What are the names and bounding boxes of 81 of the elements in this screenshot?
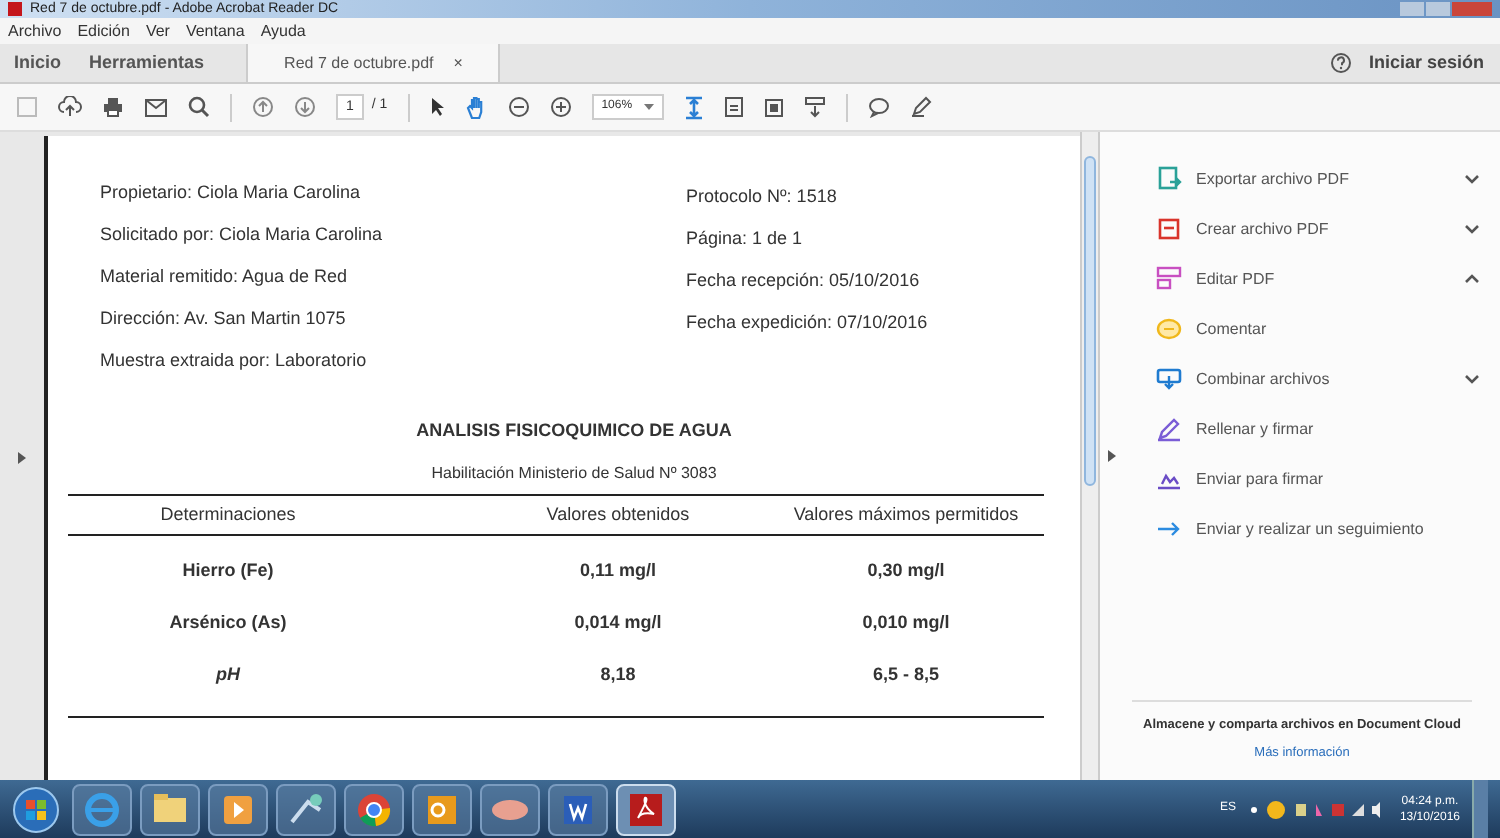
- taskbar-button[interactable]: [140, 783, 200, 835]
- sign-in-link[interactable]: Iniciar sesión: [1368, 49, 1484, 77]
- tool-item[interactable]: Combinar archivos: [1156, 354, 1480, 404]
- field-text: Propietario: Ciola Maria Carolina: [100, 180, 363, 206]
- table-cell-text: 0,11 mg/l: [577, 558, 659, 584]
- table-cell-text: pH: [213, 662, 242, 688]
- taskbar-button[interactable]: [276, 783, 336, 835]
- document-subtitle: Habilitación Ministerio de Salud Nº 3083: [431, 461, 717, 485]
- collapse-arrow-icon[interactable]: [1108, 450, 1116, 462]
- next-page-icon[interactable]: [294, 96, 316, 118]
- tool-item[interactable]: Editar PDF: [1156, 254, 1480, 304]
- zoom-in-icon[interactable]: [549, 96, 572, 118]
- expand-arrow-icon[interactable]: [18, 452, 26, 464]
- download-icon[interactable]: [804, 96, 827, 118]
- tool-icon: [1156, 266, 1182, 292]
- table-cell-text: 8,18: [598, 662, 638, 688]
- print-icon[interactable]: [102, 96, 124, 118]
- fit-page-icon[interactable]: [684, 95, 705, 119]
- table-cell-text: 0,010 mg/l: [860, 610, 952, 636]
- full-screen-icon[interactable]: [764, 97, 785, 117]
- dropdown-caret-icon: [644, 103, 655, 111]
- column-header: Determinaciones: [158, 501, 298, 527]
- hand-icon[interactable]: [465, 95, 488, 119]
- chevron-down-icon[interactable]: [1464, 224, 1480, 234]
- menu-item[interactable]: Edición: [77, 19, 130, 43]
- chevron-down-icon[interactable]: [1464, 374, 1480, 384]
- help-icon[interactable]: [1330, 52, 1353, 74]
- close-tab-button[interactable]: ×: [453, 51, 463, 75]
- pen-icon[interactable]: [910, 96, 933, 118]
- field-text: Solicitado por: Ciola Maria Carolina: [100, 222, 385, 248]
- column-header: Valores máximos permitidos: [791, 501, 1021, 528]
- tool-item[interactable]: Rellenar y firmar: [1156, 404, 1480, 454]
- tool-item[interactable]: Exportar archivo PDF: [1156, 154, 1480, 204]
- menu-item[interactable]: Ver: [145, 19, 170, 43]
- scroll-thumb[interactable]: [1084, 156, 1096, 486]
- field-text: Dirección: Av. San Martin 1075: [100, 306, 348, 332]
- menu-item[interactable]: Ayuda: [260, 19, 306, 43]
- table-cell-text: 0,30 mg/l: [865, 558, 947, 584]
- taskbar-button[interactable]: [208, 783, 268, 835]
- taskbar-button[interactable]: [548, 783, 608, 835]
- tool-icon: [1156, 316, 1182, 342]
- cursor-icon[interactable]: [429, 96, 446, 118]
- field-text: Página: 1 de 1: [686, 226, 805, 252]
- menu-item[interactable]: Ventana: [185, 19, 245, 43]
- document-title: ANALISIS FISICOQUIMICO DE AGUA: [416, 418, 732, 444]
- tool-icon: [1156, 366, 1182, 392]
- taskbar-button[interactable]: [480, 783, 540, 835]
- table-cell-text: Arsénico (As): [167, 610, 289, 636]
- app-icon: [8, 2, 22, 16]
- table-cell-text: Hierro (Fe): [180, 558, 276, 584]
- menu-item[interactable]: Archivo: [8, 19, 62, 43]
- field-text: Fecha expedición: 07/10/2016: [686, 310, 928, 336]
- comment-icon[interactable]: [868, 96, 891, 118]
- field-text: Protocolo Nº: 1518: [686, 184, 839, 210]
- chevron-up-icon[interactable]: [1464, 274, 1480, 284]
- tool-item[interactable]: Crear archivo PDF: [1156, 204, 1480, 254]
- tool-icon: [1156, 166, 1182, 192]
- tab[interactable]: Red 7 de octubre.pdf ×: [246, 44, 501, 82]
- tab[interactable]: Inicio: [0, 44, 76, 82]
- upload-icon[interactable]: [58, 96, 82, 118]
- zoom-out-icon[interactable]: [507, 96, 530, 118]
- tool-item[interactable]: Enviar y realizar un seguimiento: [1156, 504, 1480, 554]
- table-cell-text: 0,014 mg/l: [572, 610, 664, 636]
- search-icon[interactable]: [188, 96, 210, 118]
- column-header: Valores obtenidos: [544, 501, 692, 527]
- tool-item[interactable]: Comentar: [1156, 304, 1480, 354]
- table-cell-text: 6,5 - 8,5: [870, 662, 942, 688]
- chevron-down-icon[interactable]: [1464, 174, 1480, 184]
- field-text: Muestra extraida por: Laboratorio: [100, 348, 369, 374]
- field-text: Material remitido: Agua de Red: [100, 264, 350, 290]
- tool-icon: [1156, 216, 1182, 242]
- field-text: Fecha recepción: 05/10/2016: [686, 268, 922, 294]
- mail-icon[interactable]: [144, 97, 168, 117]
- previous-page-icon[interactable]: [252, 96, 274, 118]
- tool-item[interactable]: Enviar para firmar: [1156, 454, 1480, 504]
- taskbar-button[interactable]: [412, 783, 472, 835]
- taskbar-button[interactable]: [344, 783, 404, 835]
- tool-icon: [1156, 416, 1182, 442]
- tab[interactable]: Herramientas: [75, 44, 219, 82]
- start-button[interactable]: [12, 785, 60, 833]
- scrollbar[interactable]: [1080, 132, 1100, 780]
